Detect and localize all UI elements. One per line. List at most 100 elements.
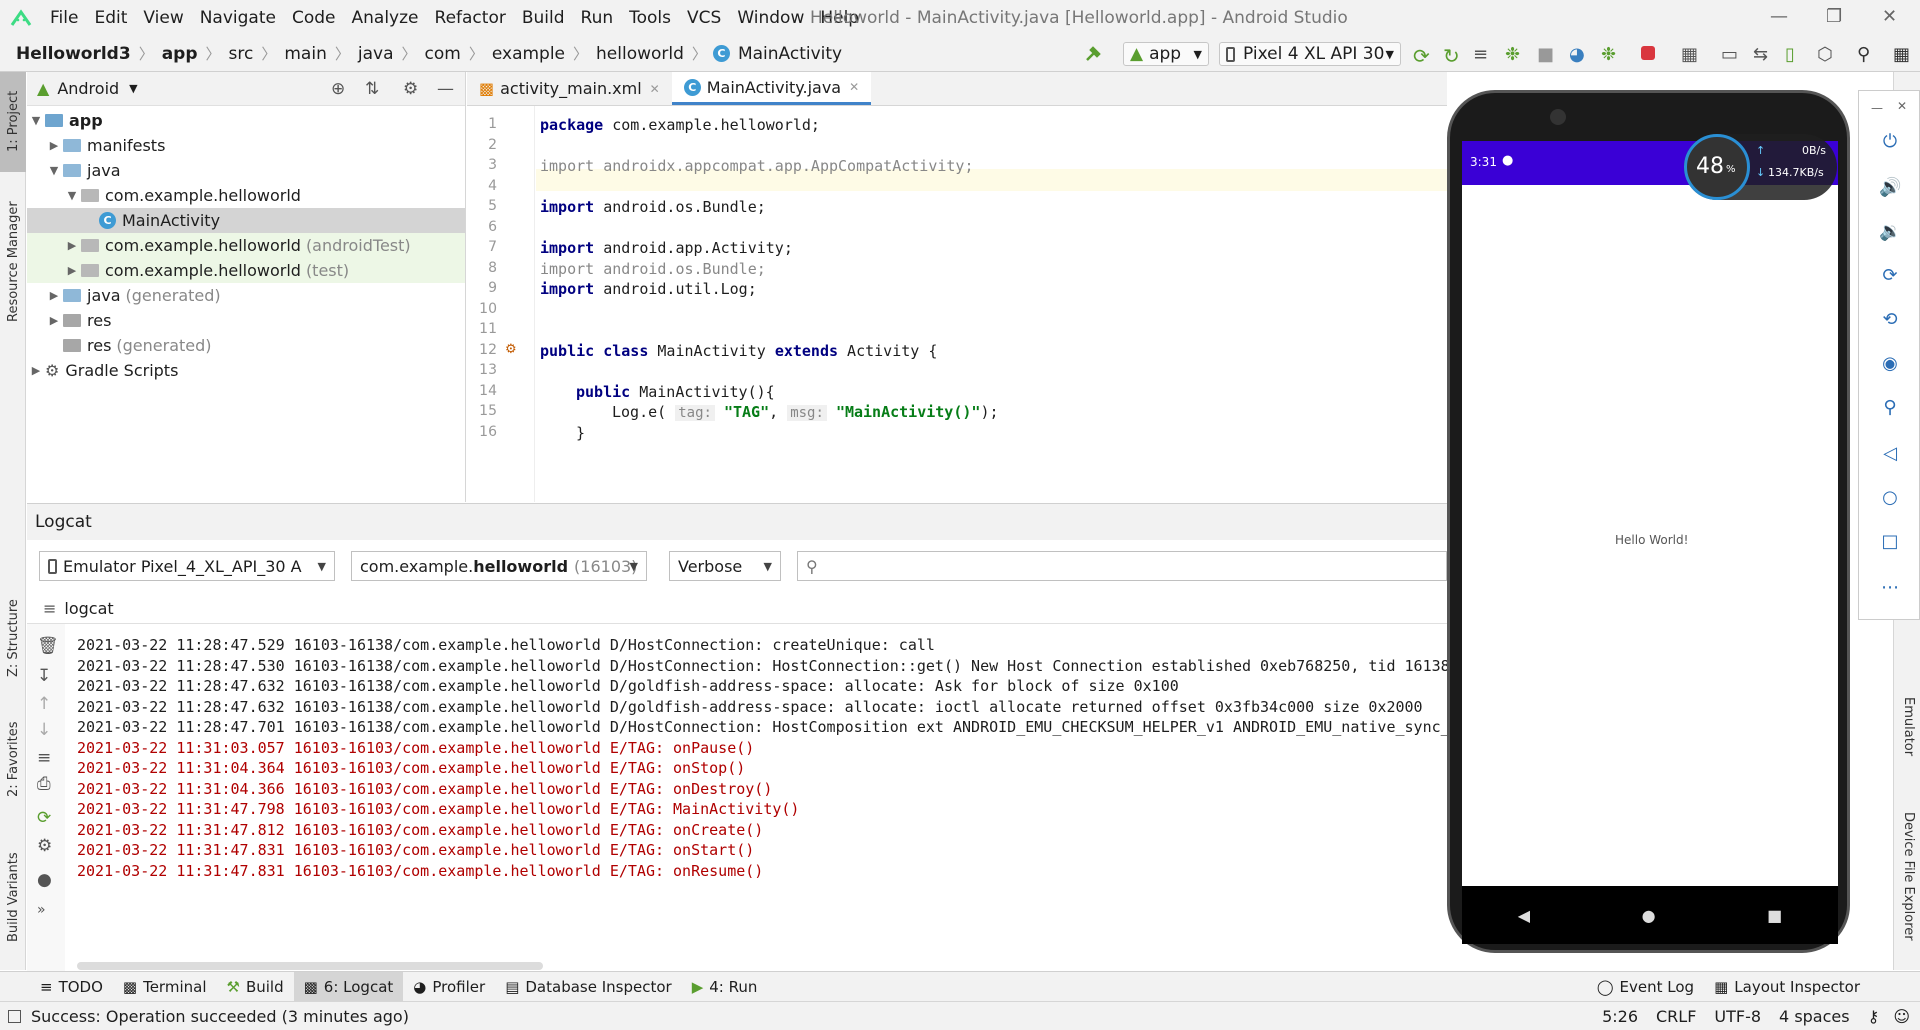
tab-build[interactable]: ⚒ Build — [217, 972, 294, 1002]
tab-run[interactable]: ▶ 4: Run — [682, 972, 768, 1002]
breadcrumb-example[interactable]: example — [490, 44, 567, 64]
log-line-error[interactable]: 2021-03-22 11:31:04.366 16103-16103/com.… — [77, 780, 772, 798]
process-selector[interactable]: com.example. helloworld (16103) ▼ — [351, 551, 647, 581]
tab-layout-inspector[interactable]: ▦ Layout Inspector — [1704, 972, 1870, 1002]
run-config-dropdown[interactable]: ▲ app ▼ — [1123, 42, 1209, 66]
gear-icon[interactable]: ⚙ — [37, 836, 52, 856]
sync-icon[interactable]: ⇆ — [1753, 44, 1773, 65]
breadcrumb-java[interactable]: java — [356, 44, 396, 64]
collapsed-icon[interactable]: ▶ — [45, 314, 63, 327]
code-line-7[interactable]: import android.app.Activity; — [540, 239, 793, 257]
rerun-icon[interactable]: ⟳ — [1413, 44, 1433, 68]
breadcrumb-main[interactable]: main — [282, 44, 328, 64]
status-message[interactable]: Success: Operation succeeded (3 minutes … — [31, 1007, 409, 1026]
tree-item-app[interactable]: ▼ app — [27, 108, 465, 133]
apply-code-icon[interactable]: ≡ — [1473, 44, 1493, 65]
breadcrumb-class[interactable]: MainActivity — [736, 44, 844, 64]
log-line-error[interactable]: 2021-03-22 11:31:47.798 16103-16103/com.… — [77, 800, 799, 818]
tab-terminal[interactable]: ▩ Terminal — [113, 972, 217, 1002]
close-icon[interactable]: ✕ — [1882, 6, 1897, 27]
more-icon[interactable]: ⋯ — [1879, 577, 1901, 599]
logcat-search-input[interactable]: ⚲ — [797, 551, 1447, 581]
tree-item-res-generated[interactable]: res (generated) — [27, 333, 465, 358]
menu-window[interactable]: Window — [729, 8, 812, 28]
tab-activity-main-xml[interactable]: ▩ activity_main.xml ✕ — [467, 72, 672, 105]
tab-todo[interactable]: ≡ TODO — [30, 972, 113, 1002]
overview-icon[interactable]: □ — [1879, 531, 1901, 553]
menu-run[interactable]: Run — [573, 8, 622, 28]
status-icon[interactable] — [8, 1009, 21, 1023]
sdk-manager-icon[interactable]: ⬡ — [1817, 44, 1837, 65]
line-separator[interactable]: CRLF — [1656, 1007, 1696, 1026]
trash-icon[interactable]: 🗑 — [37, 636, 59, 656]
phone-screen[interactable]: 3:31 ● Hello World! — [1462, 141, 1838, 886]
attach-debugger-icon[interactable]: ■ — [1537, 44, 1557, 65]
code-line-5[interactable]: import android.os.Bundle; — [540, 198, 766, 216]
expanded-icon[interactable]: ▼ — [63, 189, 81, 202]
volume-down-icon[interactable]: 🔉 — [1879, 221, 1901, 243]
menu-edit[interactable]: Edit — [86, 8, 135, 28]
log-line[interactable]: 2021-03-22 11:28:47.529 16103-16138/com.… — [77, 636, 935, 654]
tree-item-test[interactable]: ▶ com.example.helloworld (test) — [27, 258, 465, 283]
print-icon[interactable]: ⎙ — [37, 774, 51, 794]
inspector-icon[interactable]: ☺ — [1893, 1007, 1910, 1026]
collapsed-icon[interactable]: ▶ — [27, 364, 45, 377]
menu-analyze[interactable]: Analyze — [344, 8, 427, 28]
log-line[interactable]: 2021-03-22 11:28:47.632 16103-16138/com.… — [77, 698, 1423, 716]
avd-manager-icon[interactable]: ▭ — [1721, 44, 1741, 65]
menu-refactor[interactable]: Refactor — [427, 8, 514, 28]
menu-file[interactable]: File — [42, 8, 86, 28]
rotate-left-icon[interactable]: ⟳ — [1879, 265, 1901, 287]
tool-resource-manager-label[interactable]: Resource Manager — [6, 201, 21, 322]
tree-item-androidtest[interactable]: ▶ com.example.helloworld (androidTest) — [27, 233, 465, 258]
tool-structure-label[interactable]: Z: Structure — [6, 599, 21, 677]
minimize-icon[interactable]: — — [1871, 101, 1883, 115]
more-icon[interactable]: » — [37, 902, 46, 918]
apply-changes-icon[interactable]: ↻ — [1443, 44, 1463, 68]
menu-navigate[interactable]: Navigate — [192, 8, 284, 28]
tool-favorites-label[interactable]: 2: Favorites — [6, 721, 21, 797]
log-line-error[interactable]: 2021-03-22 11:31:47.831 16103-16103/com.… — [77, 841, 754, 859]
gear-icon[interactable]: ⚙ — [403, 79, 418, 99]
code-line-15[interactable]: Log.e( tag: "TAG", msg: "MainActivity()"… — [612, 403, 999, 421]
log-line[interactable]: 2021-03-22 11:28:47.530 16103-16138/com.… — [77, 657, 1450, 675]
tree-item-java[interactable]: ▼ java — [27, 158, 465, 183]
tree-item-java-generated[interactable]: ▶ java (generated) — [27, 283, 465, 308]
expanded-icon[interactable]: ▼ — [45, 164, 63, 177]
debug-attach-icon[interactable]: ❉ — [1601, 44, 1621, 65]
project-view-selector[interactable]: Android — [57, 79, 119, 98]
breadcrumb-module[interactable]: app — [160, 44, 200, 64]
down-icon[interactable]: ↓ — [37, 720, 51, 740]
restart-icon[interactable]: ⟳ — [37, 808, 51, 828]
volume-up-icon[interactable]: 🔊 — [1879, 177, 1901, 199]
tab-mainactivity-java[interactable]: C MainActivity.java ✕ — [671, 72, 872, 105]
back-icon[interactable]: ◁ — [1879, 443, 1901, 465]
recents-icon[interactable]: ■ — [1767, 906, 1782, 925]
collapse-all-icon[interactable]: ⇅ — [365, 79, 379, 99]
soft-wrap-icon[interactable]: ≡ — [37, 748, 51, 768]
code-line-3[interactable]: import androidx.appcompat.app.AppCompatA… — [540, 157, 973, 175]
device-dropdown[interactable]: Pixel 4 XL API 30 ▼ — [1219, 42, 1401, 66]
menu-build[interactable]: Build — [514, 8, 573, 28]
power-icon[interactable]: ⏻ — [1879, 131, 1901, 153]
log-line-error[interactable]: 2021-03-22 11:31:04.364 16103-16103/com.… — [77, 759, 745, 777]
log-line-error[interactable]: 2021-03-22 11:31:03.057 16103-16103/com.… — [77, 739, 754, 757]
code-line-16[interactable]: } — [576, 424, 585, 442]
code-line-14[interactable]: public MainActivity(){ — [576, 383, 775, 401]
log-line[interactable]: 2021-03-22 11:28:47.632 16103-16138/com.… — [77, 677, 1179, 695]
log-line-error[interactable]: 2021-03-22 11:31:47.812 16103-16103/com.… — [77, 821, 763, 839]
file-encoding[interactable]: UTF-8 — [1714, 1007, 1761, 1026]
cursor-position[interactable]: 5:26 — [1602, 1007, 1638, 1026]
locate-icon[interactable]: ⊕ — [331, 79, 345, 99]
collapsed-icon[interactable]: ▶ — [45, 289, 63, 302]
search-icon[interactable]: ⚲ — [1857, 44, 1877, 65]
camera-icon[interactable]: ● — [37, 870, 52, 890]
menu-vcs[interactable]: VCS — [679, 8, 729, 28]
collapsed-icon[interactable]: ▶ — [63, 239, 81, 252]
device-selector[interactable]: Emulator Pixel_4_XL_API_30 Andr ▼ — [39, 551, 335, 581]
profiler-icon[interactable]: ◕ — [1569, 44, 1589, 65]
zoom-icon[interactable]: ⚲ — [1879, 397, 1901, 419]
tool-device-file-explorer-label[interactable]: Device File Explorer — [1901, 812, 1916, 941]
expanded-icon[interactable]: ▼ — [27, 114, 45, 127]
home-icon[interactable]: ● — [1642, 906, 1656, 925]
